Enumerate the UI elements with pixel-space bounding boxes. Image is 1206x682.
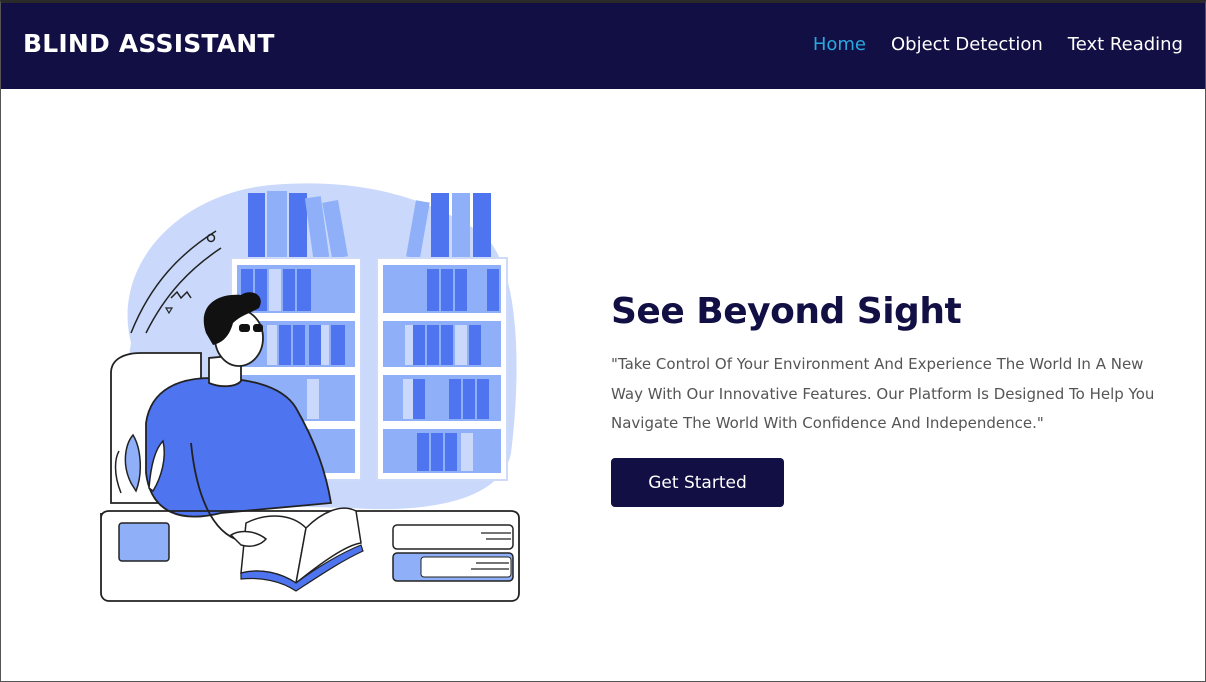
nav-link-object-detection[interactable]: Object Detection xyxy=(891,34,1043,55)
brand-logo[interactable]: BLIND ASSISTANT xyxy=(23,29,275,58)
nav-link-home[interactable]: Home xyxy=(813,34,866,55)
hero-section: See Beyond Sight "Take Control Of Your E… xyxy=(611,291,1181,507)
hero-illustration xyxy=(91,173,531,608)
page-frame: BLIND ASSISTANT Home Object Detection Te… xyxy=(0,0,1206,682)
person-reading-illustration xyxy=(100,183,520,602)
nav-links: Home Object Detection Text Reading xyxy=(813,34,1183,55)
hero-title: See Beyond Sight xyxy=(611,291,962,332)
navbar: BLIND ASSISTANT Home Object Detection Te… xyxy=(1,3,1205,89)
nav-link-text-reading[interactable]: Text Reading xyxy=(1068,34,1183,55)
hero-description: "Take Control Of Your Environment And Ex… xyxy=(611,355,1155,432)
get-started-button[interactable]: Get Started xyxy=(611,458,784,507)
